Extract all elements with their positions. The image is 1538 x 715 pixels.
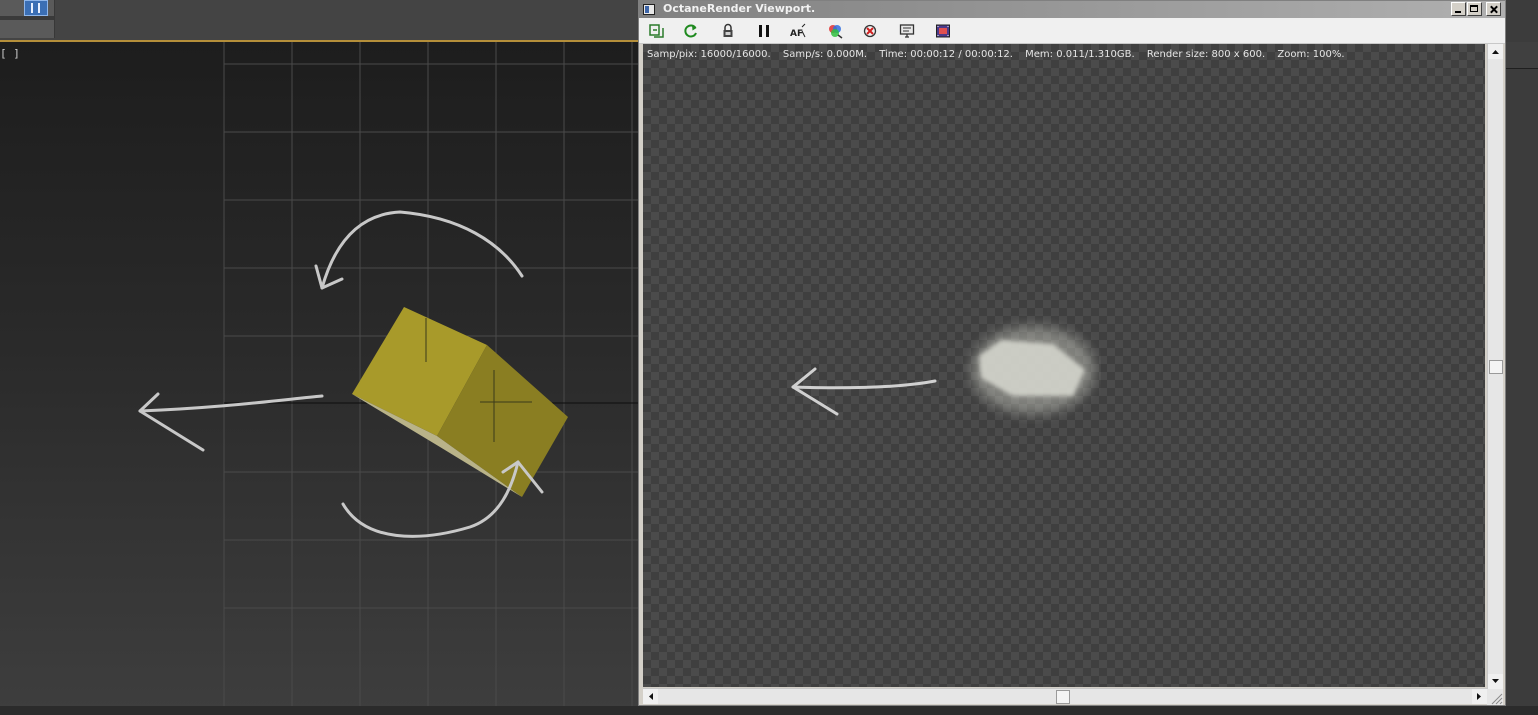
max-toolbar (0, 0, 640, 40)
pause-toolbar-icon[interactable] (24, 0, 48, 16)
perspective-viewport[interactable]: [ ] (0, 42, 640, 715)
focus-picker-icon[interactable]: AF (790, 23, 806, 39)
scroll-up-icon[interactable] (1488, 44, 1503, 59)
window-titlebar[interactable]: OctaneRender Viewport. (639, 1, 1505, 18)
viewport-scene (138, 42, 640, 715)
window-title: OctaneRender Viewport. (663, 2, 816, 15)
restart-icon[interactable] (683, 23, 699, 39)
pause-icon[interactable] (756, 23, 772, 39)
lock-icon[interactable] (720, 23, 736, 39)
color-picker-icon[interactable] (827, 23, 843, 39)
motion-blurred-cube (971, 326, 1095, 414)
toolbar-button-group (0, 0, 55, 38)
stat-samples-per-pixel: Samp/pix: 16000/16000. (647, 49, 771, 60)
film-icon[interactable] (935, 23, 951, 39)
move-arrow-left (791, 367, 937, 416)
scroll-left-icon[interactable] (643, 689, 658, 704)
render-stats: Samp/pix: 16000/16000. Samp/s: 0.000M. T… (647, 49, 1354, 60)
stat-time: Time: 00:00:12 / 00:00:12. (879, 49, 1013, 60)
app-icon[interactable] (643, 4, 655, 15)
time-ruler (0, 706, 1538, 715)
scroll-right-icon[interactable] (1472, 689, 1487, 704)
stat-zoom: Zoom: 100%. (1277, 49, 1345, 60)
close-button[interactable] (1486, 2, 1501, 16)
clear-icon[interactable] (863, 23, 879, 39)
stat-render-size: Render size: 800 x 600. (1146, 49, 1266, 60)
toolbar-divider (0, 16, 54, 20)
maximize-button[interactable] (1467, 2, 1482, 16)
send-scene-icon[interactable] (649, 23, 665, 39)
horizontal-scroll-thumb[interactable] (1056, 690, 1070, 704)
stat-memory: Mem: 0.011/1.310GB. (1025, 49, 1135, 60)
octane-toolbar: AF (639, 18, 1505, 44)
render-preview[interactable]: Samp/pix: 16000/16000. Samp/s: 0.000M. T… (643, 44, 1485, 687)
horizontal-scrollbar[interactable] (643, 688, 1487, 704)
minimize-button[interactable] (1451, 2, 1466, 16)
resize-grip-icon[interactable] (1487, 689, 1503, 705)
svg-text:AF: AF (790, 29, 803, 39)
stat-samples-per-second: Samp/s: 0.000M. (782, 49, 868, 60)
vertical-scroll-thumb[interactable] (1489, 360, 1503, 374)
panel-divider (1506, 42, 1538, 69)
vertical-scrollbar[interactable] (1487, 44, 1503, 689)
scroll-down-icon[interactable] (1488, 674, 1503, 689)
rotate-arrow-top (320, 210, 524, 290)
command-panel-edge (1506, 0, 1538, 715)
octane-render-window: OctaneRender Viewport. AF Samp/pix: 1600… (638, 0, 1506, 706)
display-icon[interactable] (899, 23, 915, 39)
